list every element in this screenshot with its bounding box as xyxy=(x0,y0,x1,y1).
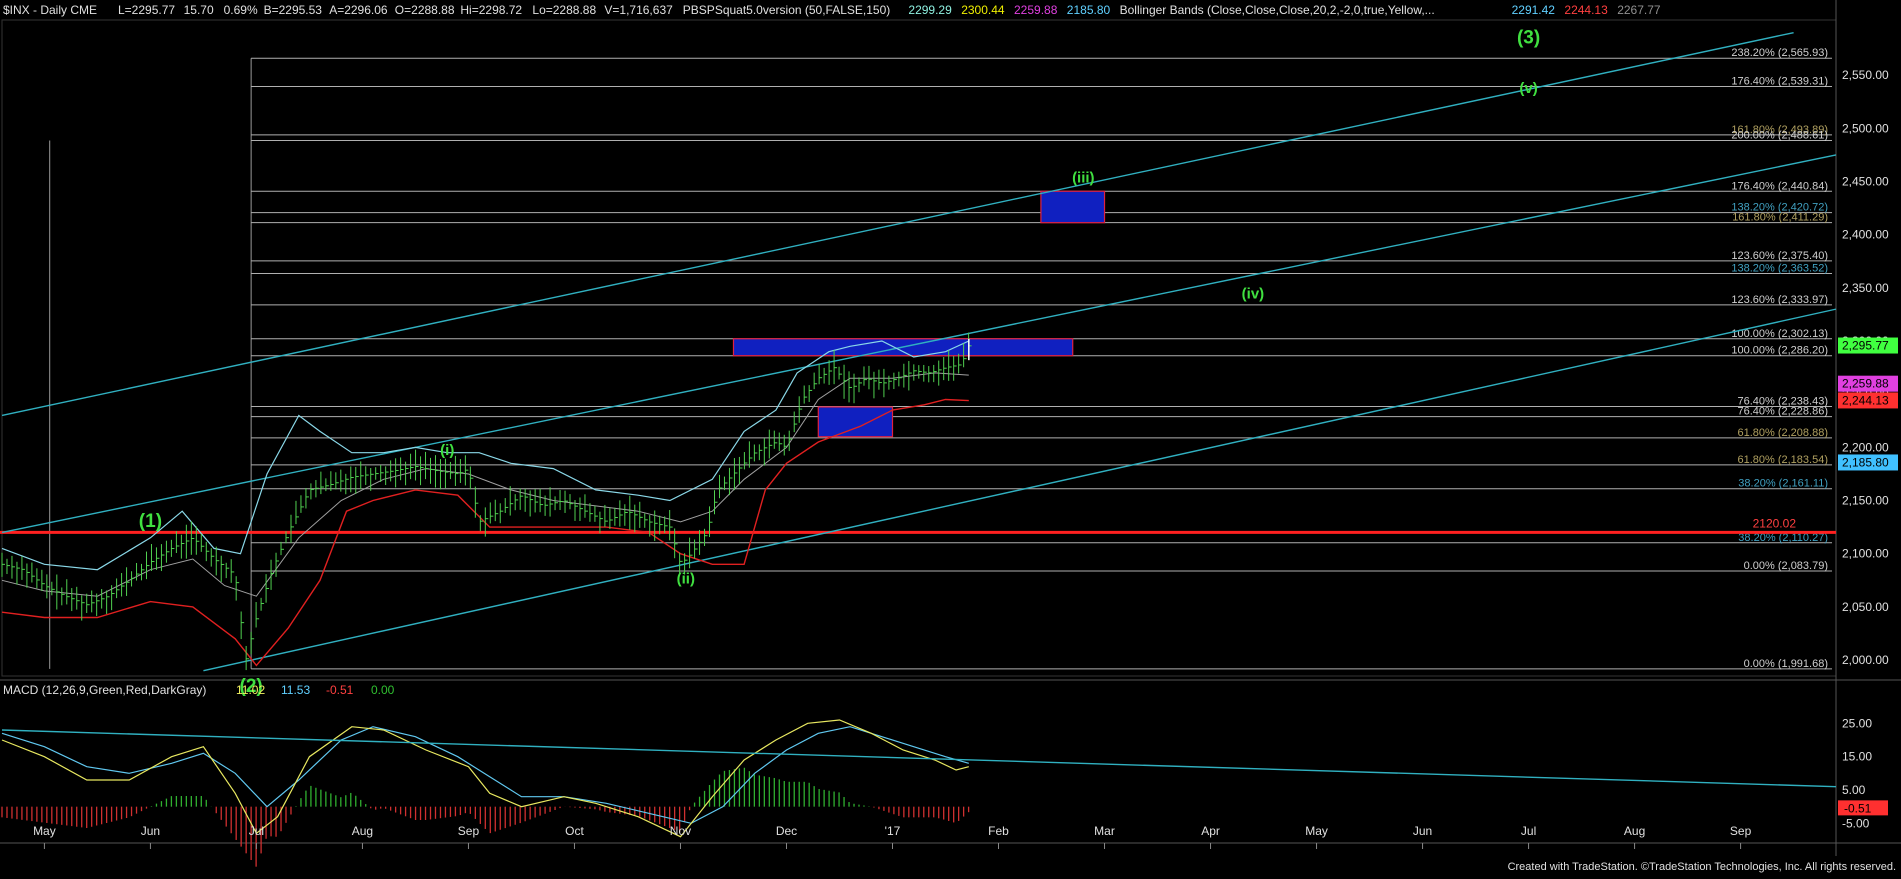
price-badge-label: 2,259.88 xyxy=(1842,377,1889,391)
time-axis-label: Sep xyxy=(1730,824,1752,838)
footer-credit: Created with TradeStation. ©TradeStation… xyxy=(1508,861,1896,873)
header-stat: Bollinger Bands (Close,Close,Close,20,2,… xyxy=(1120,3,1435,17)
target-box xyxy=(817,406,894,438)
time-axis-label: Feb xyxy=(988,824,1009,838)
time-axis-label: Oct xyxy=(565,824,584,838)
wave-label: (3) xyxy=(1517,27,1540,48)
header-stat: V=1,716,637 xyxy=(604,3,673,17)
time-axis-label: Sep xyxy=(458,824,480,838)
chart-background xyxy=(0,0,1901,874)
price-axis-tick: 2,550.00 xyxy=(1842,68,1889,82)
time-axis-label: '17 xyxy=(885,824,901,838)
macd-value: 11.02 xyxy=(236,683,265,697)
price-badge-label: 2,185.80 xyxy=(1842,455,1889,469)
price-chart-svg[interactable]: $INX - Daily CME L=2295.77 15.70 0.69% B=22… xyxy=(0,0,1901,874)
wave-label: (1) xyxy=(139,511,162,532)
support-line-label: 2120.02 xyxy=(1753,516,1797,530)
header-stat: PBSPSquat5.0version (50,FALSE,150) xyxy=(683,3,890,17)
fib-level-label: 100.00% (2,286.20) xyxy=(1731,345,1828,357)
fib-level-label: 161.80% (2,411.29) xyxy=(1732,212,1828,224)
header-stat: 15.70 xyxy=(184,3,214,17)
header-stat: A=2296.06 xyxy=(329,3,388,17)
fib-level-label: 123.60% (2,333.97) xyxy=(1731,294,1828,306)
fib-level-label: 61.80% (2,183.54) xyxy=(1737,454,1828,466)
header-stat: L=2295.77 xyxy=(118,3,175,17)
price-axis-tick: 2,150.00 xyxy=(1842,494,1889,508)
price-axis-tick: 2,400.00 xyxy=(1842,228,1889,242)
time-axis-label: Aug xyxy=(1624,824,1645,838)
macd-axis-tick: 25.00 xyxy=(1842,716,1872,730)
header-stat: 2300.44 xyxy=(961,3,1005,17)
fib-level-label: 138.20% (2,363.52) xyxy=(1731,262,1828,274)
fib-level-label: 200.00% (2,488.61) xyxy=(1731,129,1828,141)
fib-level-label: 176.40% (2,440.84) xyxy=(1731,180,1828,192)
time-axis-label: May xyxy=(33,824,56,838)
price-axis-tick: 2,500.00 xyxy=(1842,121,1889,135)
macd-axis-tick: -5.00 xyxy=(1842,816,1870,830)
symbol-label: $INX - Daily CME xyxy=(3,3,97,17)
time-axis-label: Mar xyxy=(1094,824,1115,838)
macd-value: -0.51 xyxy=(326,683,354,697)
time-axis-label: Aug xyxy=(352,824,373,838)
time-axis-label: Apr xyxy=(1201,824,1220,838)
fib-level-label: 38.20% (2,161.11) xyxy=(1738,478,1828,490)
header-stat: Lo=2288.88 xyxy=(532,3,596,17)
time-axis-label: May xyxy=(1305,824,1328,838)
wave-label: (i) xyxy=(440,442,454,459)
macd-value: 11.53 xyxy=(281,683,310,697)
header-stat: 2267.77 xyxy=(1617,3,1661,17)
time-axis-label: Jul xyxy=(1521,824,1536,838)
macd-badge-label: -0.51 xyxy=(1844,801,1872,815)
wave-label: (v) xyxy=(1519,80,1537,97)
time-axis-label: Jul xyxy=(249,824,264,838)
fib-level-label: 0.00% (2,083.79) xyxy=(1744,560,1828,572)
fib-level-label: 61.80% (2,208.88) xyxy=(1737,427,1828,439)
price-badge-label: 2,295.77 xyxy=(1842,339,1889,353)
price-axis-tick: 2,050.00 xyxy=(1842,600,1889,614)
header-stat: 2259.88 xyxy=(1014,3,1058,17)
time-axis-label: Dec xyxy=(776,824,797,838)
macd-axis-tick: 15.00 xyxy=(1842,750,1872,764)
macd-axis-tick: 5.00 xyxy=(1842,783,1866,797)
wave-label: (iv) xyxy=(1242,285,1265,302)
price-axis-tick: 2,450.00 xyxy=(1842,175,1889,189)
fib-level-label: 176.40% (2,539.31) xyxy=(1731,76,1828,88)
wave-label: (iii) xyxy=(1072,170,1095,187)
target-box xyxy=(1040,190,1106,224)
price-header: $INX - Daily CME L=2295.77 15.70 0.69% B=22… xyxy=(3,3,1661,17)
price-axis-tick: 2,200.00 xyxy=(1842,440,1889,454)
header-stat: 2291.42 xyxy=(1512,3,1556,17)
fib-level-label: 238.20% (2,565.93) xyxy=(1731,47,1828,59)
macd-label: MACD (12,26,9,Green,Red,DarkGray) xyxy=(3,683,206,697)
price-axis-tick: 2,350.00 xyxy=(1842,281,1889,295)
price-badge-label: 2,244.13 xyxy=(1842,393,1889,407)
header-stat: 2185.80 xyxy=(1067,3,1111,17)
fib-level-label: 76.40% (2,228.86) xyxy=(1737,406,1828,418)
time-axis-label: Jun xyxy=(1413,824,1432,838)
header-stat: Hi=2298.72 xyxy=(460,3,522,17)
header-stat: O=2288.88 xyxy=(395,3,455,17)
header-stat: 2299.29 xyxy=(908,3,952,17)
macd-value: 0.00 xyxy=(371,683,395,697)
time-axis-label: Nov xyxy=(670,824,691,838)
time-axis-label: Jun xyxy=(141,824,160,838)
header-stat: B=2295.53 xyxy=(264,3,323,17)
price-axis-tick: 2,000.00 xyxy=(1842,653,1889,667)
chart-stage: $INX - Daily CME L=2295.77 15.70 0.69% B=22… xyxy=(0,0,1901,874)
price-axis-tick: 2,100.00 xyxy=(1842,547,1889,561)
fib-level-label: 123.60% (2,375.40) xyxy=(1731,250,1828,262)
wave-label: (ii) xyxy=(677,570,695,587)
header-stat: 0.69% xyxy=(224,3,258,17)
header-stat: 2244.13 xyxy=(1564,3,1608,17)
fib-level-label: 0.00% (1,991.68) xyxy=(1744,658,1828,670)
